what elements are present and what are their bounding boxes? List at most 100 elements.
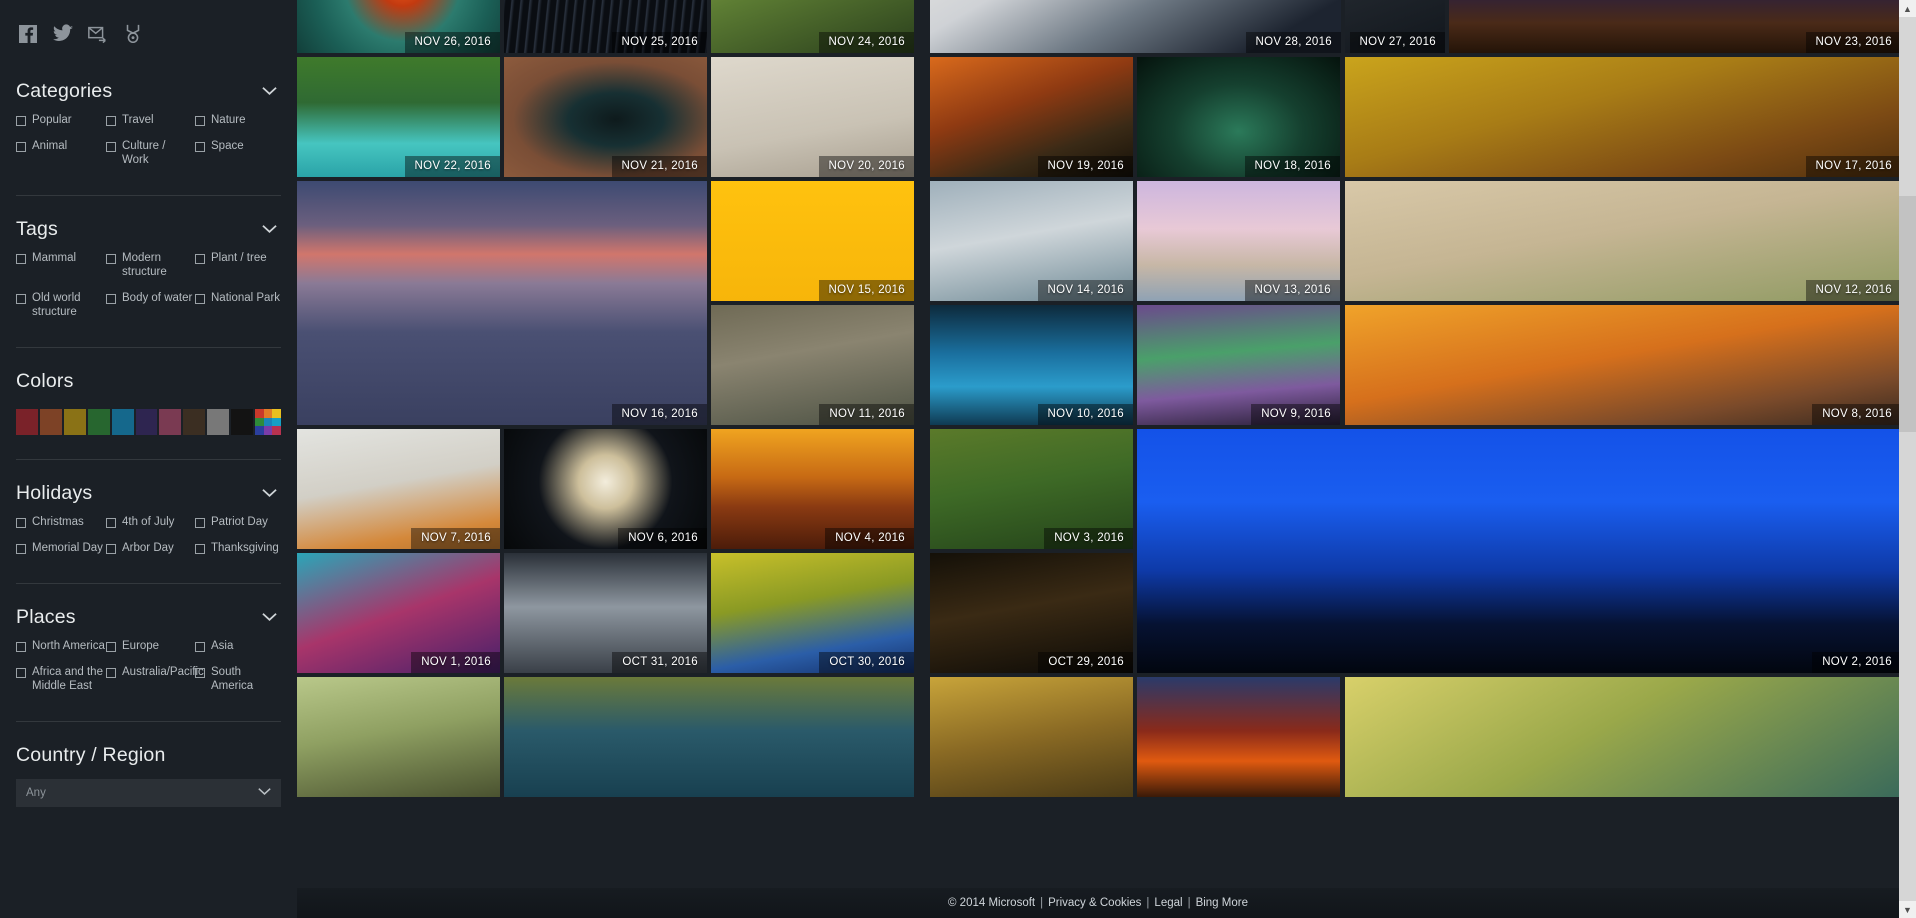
gallery-tile[interactable]: NOV 18, 2016	[1137, 57, 1340, 177]
checkbox-box[interactable]	[106, 254, 116, 264]
gallery-tile[interactable]	[1137, 677, 1340, 797]
checkbox-australia-pacific[interactable]: Australia/Pacific	[106, 665, 204, 693]
gallery-tile[interactable]	[930, 677, 1133, 797]
gallery-tile[interactable]: NOV 22, 2016	[297, 57, 500, 177]
email-icon[interactable]	[87, 23, 109, 45]
chevron-down-icon[interactable]	[262, 86, 281, 96]
checkbox-thanksgiving[interactable]: Thanksgiving	[195, 541, 281, 555]
checkbox-old-world-structure[interactable]: Old world structure	[16, 291, 106, 319]
checkbox-animal[interactable]: Animal	[16, 139, 106, 167]
badge-icon[interactable]	[122, 23, 144, 45]
checkbox-box[interactable]	[195, 518, 205, 528]
checkbox-memorial-day[interactable]: Memorial Day	[16, 541, 106, 555]
checkbox-plant-tree[interactable]: Plant / tree	[195, 251, 281, 279]
gallery-tile[interactable]: NOV 21, 2016	[504, 57, 707, 177]
footer-link-legal[interactable]: Legal	[1154, 897, 1182, 909]
checkbox-south-america[interactable]: South America	[195, 665, 281, 693]
gallery-tile[interactable]: NOV 16, 2016	[297, 181, 707, 425]
gallery-tile[interactable]: NOV 8, 2016	[1345, 305, 1901, 425]
checkbox-box[interactable]	[106, 294, 116, 304]
section-places-header[interactable]: Places	[16, 598, 281, 639]
color-swatch-0[interactable]	[16, 409, 38, 435]
chevron-down-icon[interactable]	[258, 787, 271, 799]
checkbox-christmas[interactable]: Christmas	[16, 515, 106, 529]
scroll-down-arrow-icon[interactable]: ▼	[1899, 901, 1916, 918]
checkbox-box[interactable]	[16, 544, 26, 554]
gallery-tile[interactable]: NOV 15, 2016	[711, 181, 914, 301]
checkbox-box[interactable]	[195, 294, 205, 304]
gallery-tile[interactable]: NOV 23, 2016	[1449, 0, 1901, 53]
chevron-down-icon[interactable]	[262, 612, 281, 622]
checkbox-africa-middle-east[interactable]: Africa and the Middle East	[16, 665, 106, 693]
gallery-tile[interactable]: OCT 31, 2016	[504, 553, 707, 673]
chevron-down-icon[interactable]	[262, 488, 281, 498]
vertical-scrollbar[interactable]: ▲ ▼	[1899, 0, 1916, 918]
checkbox-box[interactable]	[16, 294, 26, 304]
gallery-tile[interactable]	[297, 677, 500, 797]
checkbox-asia[interactable]: Asia	[195, 639, 281, 653]
gallery-tile[interactable]: NOV 12, 2016	[1345, 181, 1901, 301]
checkbox-box[interactable]	[106, 142, 116, 152]
color-swatch-multicolor[interactable]	[255, 409, 281, 435]
color-swatch-5[interactable]	[135, 409, 158, 435]
color-swatch-1[interactable]	[39, 409, 62, 435]
section-holidays-header[interactable]: Holidays	[16, 474, 281, 515]
gallery-tile[interactable]: NOV 19, 2016	[930, 57, 1133, 177]
checkbox-box[interactable]	[16, 668, 26, 678]
checkbox-national-park[interactable]: National Park	[195, 291, 281, 319]
checkbox-box[interactable]	[106, 668, 116, 678]
gallery-tile[interactable]: NOV 4, 2016	[711, 429, 914, 549]
checkbox-4th-of-july[interactable]: 4th of July	[106, 515, 195, 529]
checkbox-box[interactable]	[195, 142, 205, 152]
footer-link-privacy[interactable]: Privacy & Cookies	[1048, 897, 1141, 909]
color-swatch-9[interactable]	[231, 409, 254, 435]
scrollbar-thumb[interactable]	[1899, 196, 1916, 432]
gallery-tile[interactable]: NOV 28, 2016	[930, 0, 1341, 53]
checkbox-mammal[interactable]: Mammal	[16, 251, 106, 279]
checkbox-travel[interactable]: Travel	[106, 113, 195, 127]
section-categories-header[interactable]: Categories	[16, 72, 281, 113]
country-region-select[interactable]: Any	[16, 779, 281, 807]
checkbox-europe[interactable]: Europe	[106, 639, 195, 653]
checkbox-box[interactable]	[106, 642, 116, 652]
checkbox-box[interactable]	[195, 668, 205, 678]
checkbox-patriot-day[interactable]: Patriot Day	[195, 515, 281, 529]
gallery-tile[interactable]: NOV 14, 2016	[930, 181, 1133, 301]
gallery-tile[interactable]: NOV 2, 2016	[1137, 429, 1901, 673]
checkbox-box[interactable]	[195, 254, 205, 264]
gallery-tile[interactable]: NOV 27, 2016	[1345, 0, 1445, 53]
gallery-tile[interactable]	[1345, 677, 1901, 797]
color-swatch-3[interactable]	[87, 409, 110, 435]
color-swatch-4[interactable]	[111, 409, 134, 435]
checkbox-box[interactable]	[195, 544, 205, 554]
checkbox-space[interactable]: Space	[195, 139, 281, 167]
gallery-tile[interactable]: NOV 13, 2016	[1137, 181, 1340, 301]
color-swatch-6[interactable]	[159, 409, 182, 435]
checkbox-box[interactable]	[16, 642, 26, 652]
gallery-tile[interactable]: NOV 1, 2016	[297, 553, 500, 673]
checkbox-box[interactable]	[16, 142, 26, 152]
footer-link-bing-more[interactable]: Bing More	[1196, 897, 1248, 909]
gallery-tile[interactable]	[504, 677, 914, 797]
gallery-tile[interactable]: NOV 25, 2016	[504, 0, 707, 53]
checkbox-nature[interactable]: Nature	[195, 113, 281, 127]
gallery-tile[interactable]: NOV 20, 2016	[711, 57, 914, 177]
scrollbar-track[interactable]	[1899, 17, 1916, 901]
gallery-tile[interactable]: NOV 9, 2016	[1137, 305, 1340, 425]
gallery-tile[interactable]: OCT 30, 2016	[711, 553, 914, 673]
gallery-tile[interactable]: NOV 24, 2016	[711, 0, 914, 53]
checkbox-box[interactable]	[16, 116, 26, 126]
checkbox-modern-structure[interactable]: Modern structure	[106, 251, 195, 279]
gallery-tile[interactable]: NOV 11, 2016	[711, 305, 914, 425]
checkbox-box[interactable]	[16, 254, 26, 264]
checkbox-box[interactable]	[106, 544, 116, 554]
checkbox-arbor-day[interactable]: Arbor Day	[106, 541, 195, 555]
checkbox-body-of-water[interactable]: Body of water	[106, 291, 195, 319]
checkbox-box[interactable]	[106, 116, 116, 126]
gallery-tile[interactable]: NOV 10, 2016	[930, 305, 1133, 425]
gallery-tile[interactable]: NOV 6, 2016	[504, 429, 707, 549]
color-swatch-7[interactable]	[183, 409, 206, 435]
gallery-tile[interactable]: NOV 17, 2016	[1345, 57, 1901, 177]
checkbox-box[interactable]	[106, 518, 116, 528]
gallery-tile[interactable]: NOV 26, 2016	[297, 0, 500, 53]
